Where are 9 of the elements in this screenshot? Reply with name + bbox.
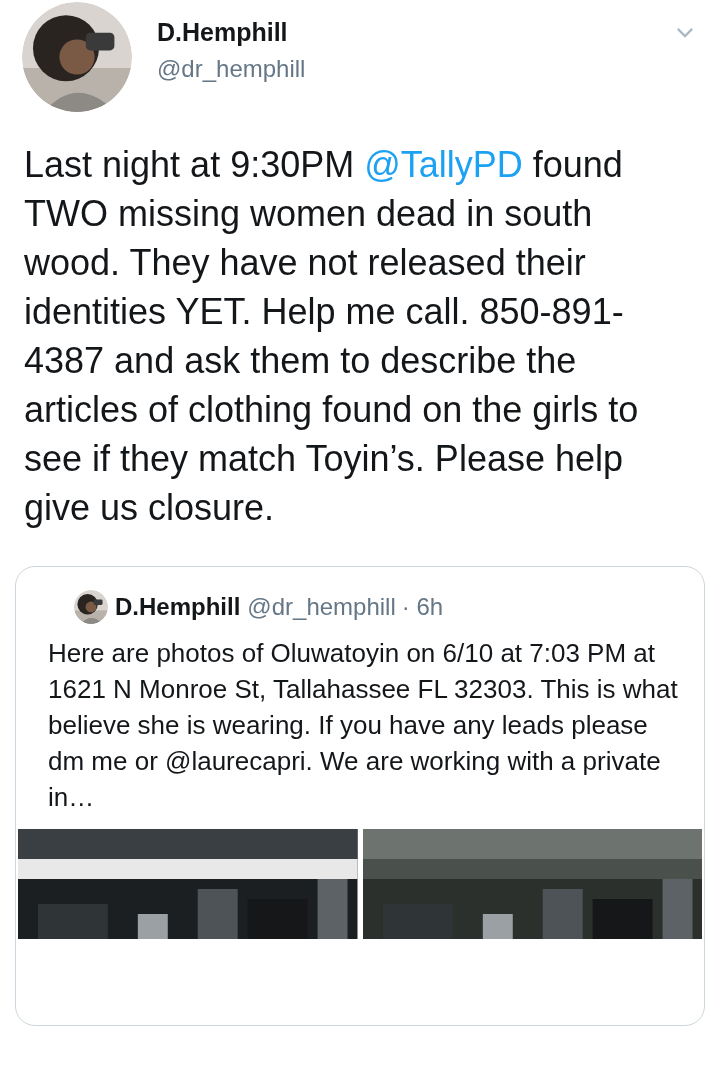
author-handle: @dr_hemphill [157,54,306,84]
author-name: D.Hemphill [157,17,289,48]
quoted-tweet-card[interactable] [15,566,705,1026]
timestamp: · 6h [401,592,444,622]
quoted-tweet-text: Here are photos of Oluwatoyin on 6/10 at 7:03 PM at 1621 N Monroe St, Tallahassee FL 32303. This is what believe she is wearing. If you have any leads please dm me or @laurecapri. We are working with a private in… [47,637,679,814]
mention-link[interactable]: @TallyPD [364,144,523,185]
quoted-author-handle: @dr_hemphill [247,592,396,622]
quoted-author-name: D.Hemphill [115,592,241,622]
tweet-text: Last night at 9:30PM @TallyPD found TWO missing women dead in south wood. They have not released their identities YET. Help me call. 850-891-4387 and ask them to describe the articles of clothing found on the girls to see if they match Toyin’s. Please help give us closure. [23,143,640,530]
